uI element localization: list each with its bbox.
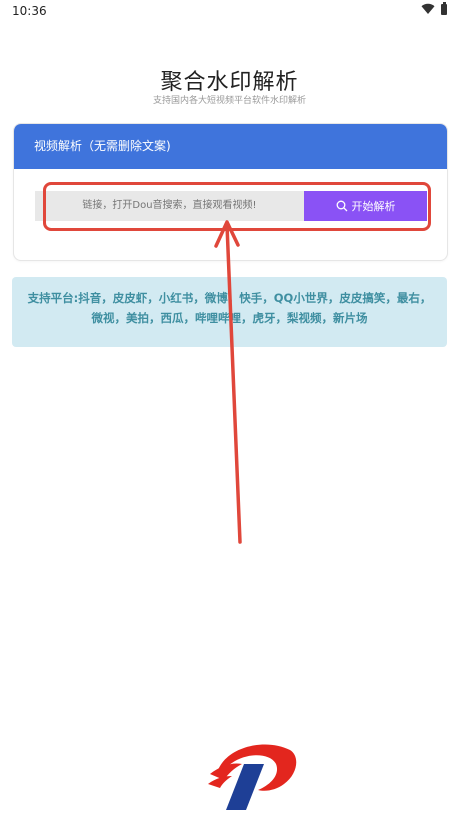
status-bar: 10:36 bbox=[0, 0, 459, 22]
status-time: 10:36 bbox=[12, 4, 47, 18]
app-logo bbox=[208, 744, 297, 810]
page-title: 聚合水印解析 bbox=[160, 70, 299, 95]
wifi-icon bbox=[421, 3, 435, 15]
status-icons bbox=[421, 1, 447, 15]
battery-icon bbox=[441, 1, 447, 15]
supported-platforms: 支持平台:抖音，皮皮虾，小红书，微博，快手，QQ小世界，皮皮搞笑，最右，微视，美… bbox=[12, 277, 447, 347]
annotation-highlight-box bbox=[43, 182, 431, 231]
card-header-label: 视频解析（无需删除文案) bbox=[14, 124, 447, 169]
page-subtitle: 支持国内各大短视频平台软件水印解析 bbox=[152, 96, 306, 106]
